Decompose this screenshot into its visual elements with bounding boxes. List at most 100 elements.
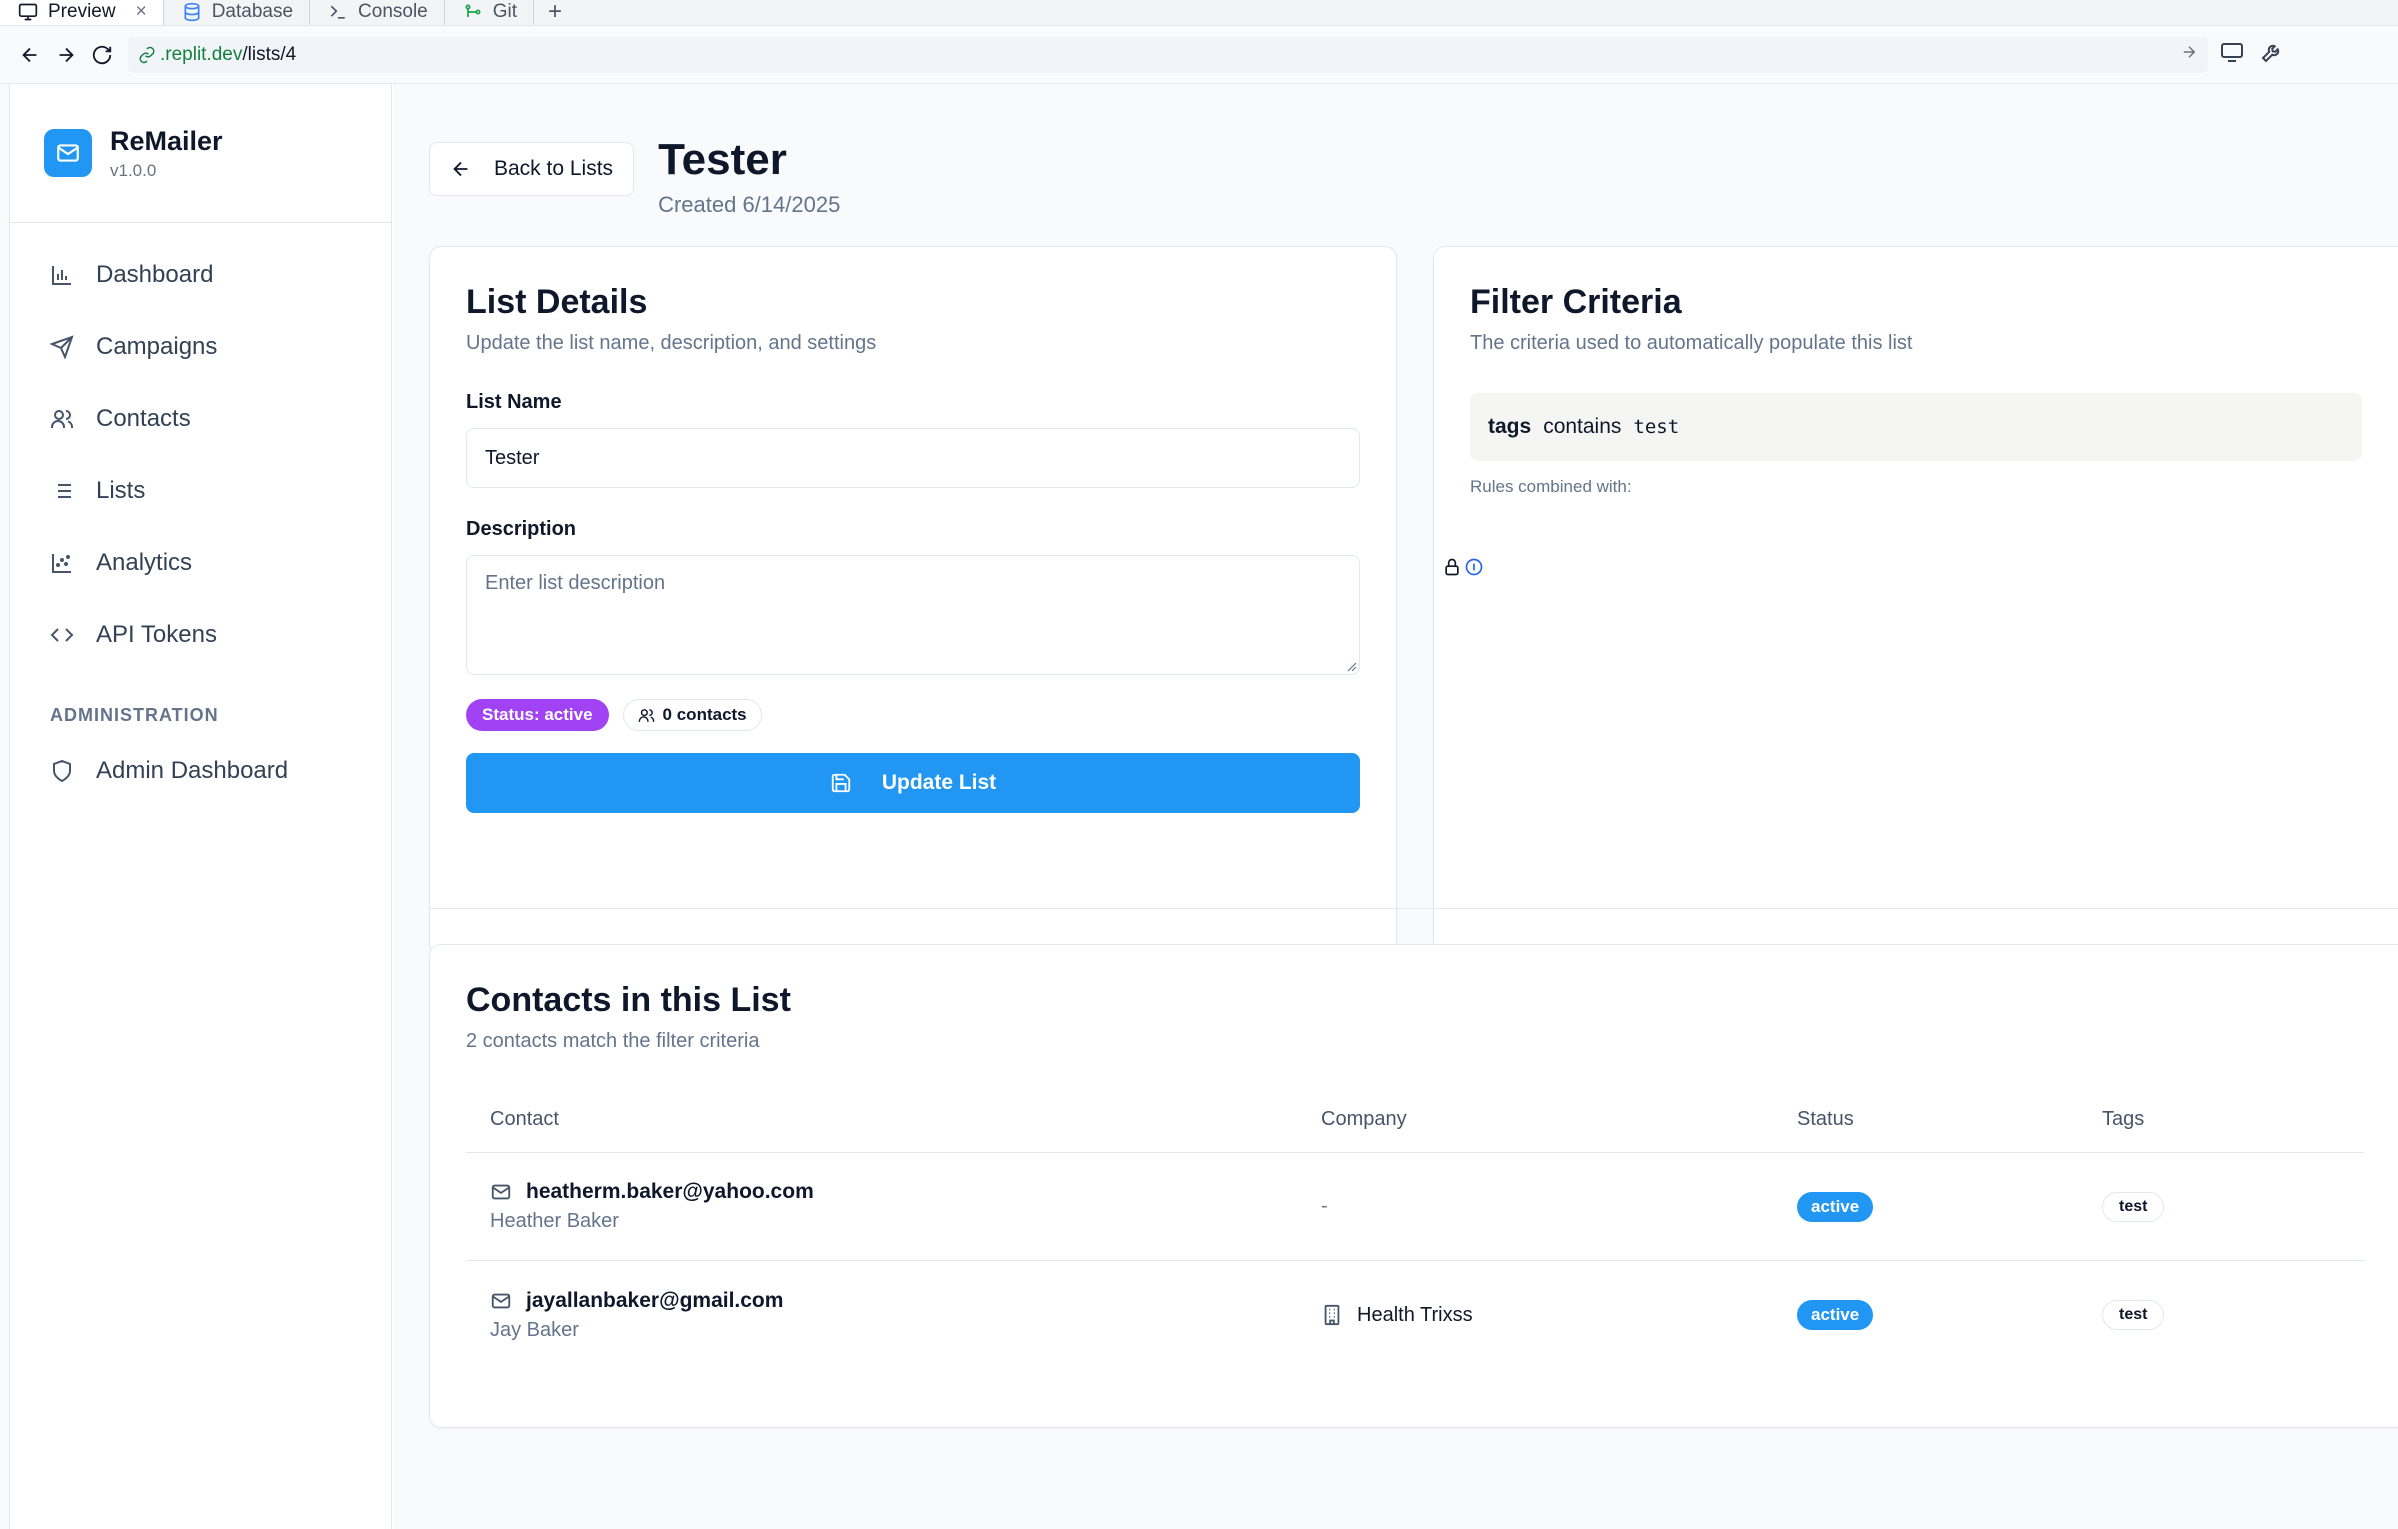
app-version: v1.0.0: [110, 160, 157, 180]
sidebar-item-lists[interactable]: Lists: [10, 455, 391, 527]
brand[interactable]: ReMailer v1.0.0: [10, 84, 391, 223]
contact-name: Heather Baker: [490, 1210, 619, 1232]
forward-nav-button[interactable]: [48, 37, 84, 73]
tab-preview[interactable]: Preview ×: [0, 0, 164, 25]
url-path: /lists/4: [242, 43, 297, 65]
git-icon: [465, 4, 481, 17]
back-nav-button[interactable]: [12, 37, 48, 73]
tab-database[interactable]: Database: [164, 0, 311, 25]
tag-badge: test: [2102, 1191, 2165, 1222]
status-badge: Status: active: [466, 699, 609, 731]
column-header-contact: Contact: [490, 1108, 559, 1130]
column-header-company: Company: [1321, 1108, 1407, 1130]
arrow-left-icon: [22, 47, 37, 62]
resize-grip-icon[interactable]: [1345, 660, 1357, 672]
description-textarea[interactable]: Enter list description: [466, 555, 1360, 675]
browser-tab-bar: Preview × Database Console Git +: [0, 0, 2398, 26]
arrow-left-icon: [453, 161, 468, 177]
send-icon: [50, 335, 74, 359]
sidebar-item-campaigns[interactable]: Campaigns: [10, 311, 391, 383]
wrench-icon[interactable]: [2260, 40, 2284, 69]
new-tab-button[interactable]: +: [534, 0, 576, 25]
description-placeholder: Enter list description: [485, 572, 666, 594]
status-badge: active: [1797, 1191, 1874, 1222]
rule-value: test: [1633, 416, 1680, 438]
sidebar-item-analytics[interactable]: Analytics: [10, 527, 391, 599]
sidebar-item-label: API Tokens: [96, 621, 217, 648]
table-row[interactable]: jayallanbaker@gmail.com Jay Baker Health…: [466, 1261, 2364, 1369]
sidebar-item-label: Campaigns: [96, 333, 218, 360]
rule-operator: contains: [1543, 415, 1622, 438]
card-description: The criteria used to automatically popul…: [1470, 332, 1913, 354]
status-badge: active: [1797, 1300, 1874, 1330]
sidebar-item-admin-dashboard[interactable]: Admin Dashboard: [10, 735, 391, 807]
back-button-label: Back to Lists: [494, 157, 614, 180]
column-header-tags: Tags: [2102, 1108, 2145, 1130]
card-title: Filter Criteria: [1470, 283, 1682, 321]
contact-name: Jay Baker: [490, 1318, 579, 1341]
save-icon: [831, 773, 850, 793]
card-description: Update the list name, description, and s…: [466, 332, 877, 354]
sidebar-item-label: Analytics: [96, 549, 193, 576]
go-arrow-icon[interactable]: [2180, 43, 2198, 67]
card-description: 2 contacts match the filter criteria: [466, 1030, 760, 1052]
filter-rule: tags contains test: [1470, 393, 2362, 461]
rules-combined-label: Rules combined with:: [1470, 477, 1632, 496]
sidebar-item-api-tokens[interactable]: API Tokens: [10, 599, 391, 671]
contacts-table: Contact Company Status Tags heatherm.bak…: [466, 1087, 2364, 1369]
extension-icons[interactable]: [1442, 557, 1484, 577]
sidebar-item-dashboard[interactable]: Dashboard: [10, 239, 391, 311]
arrow-right-icon: [59, 47, 74, 62]
sidebar-item-contacts[interactable]: Contacts: [10, 383, 391, 455]
sidebar-item-label: Admin Dashboard: [96, 757, 289, 784]
info-icon: [1465, 558, 1483, 576]
mail-logo-icon: [44, 129, 92, 177]
database-icon: [184, 2, 200, 22]
sidebar-item-label: Dashboard: [96, 261, 214, 288]
url-field[interactable]: .replit.dev /lists/4: [128, 36, 2208, 73]
update-list-button[interactable]: Update List: [466, 753, 1360, 813]
tab-git[interactable]: Git: [445, 0, 535, 25]
lock-icon: [1445, 558, 1459, 576]
app-name: ReMailer: [110, 125, 223, 156]
users-icon: [638, 708, 654, 722]
tab-console[interactable]: Console: [310, 0, 445, 25]
contacts-card: Contacts in this List 2 contacts match t…: [429, 944, 2398, 1428]
sidebar-section-administration: ADMINISTRATION: [50, 704, 219, 725]
terminal-icon: [330, 5, 345, 19]
monitor-icon: [18, 3, 38, 21]
tab-label: Console: [358, 1, 428, 22]
sidebar: ReMailer v1.0.0 Dashboard Campaigns Cont…: [10, 84, 392, 1529]
filter-criteria-card: Filter Criteria The criteria used to aut…: [1433, 246, 2398, 956]
contact-email: heatherm.baker@yahoo.com: [526, 1180, 814, 1203]
link-icon: [138, 46, 156, 64]
contacts-count-label: 0 contacts: [662, 705, 747, 724]
sidebar-item-label: Lists: [96, 477, 146, 504]
address-bar: .replit.dev /lists/4: [0, 26, 2398, 84]
tag-badge: test: [2102, 1300, 2165, 1330]
mail-icon: [491, 1293, 511, 1308]
bar-chart-icon: [52, 266, 71, 285]
reload-button[interactable]: [84, 37, 120, 73]
contacts-count-badge: 0 contacts: [622, 699, 762, 731]
section-divider: [429, 908, 2398, 909]
tab-label: Preview: [48, 1, 116, 22]
description-label: Description: [466, 518, 577, 540]
card-title: List Details: [466, 283, 648, 321]
tab-label: Database: [211, 1, 294, 22]
contact-email: jayallanbaker@gmail.com: [526, 1288, 784, 1312]
scatter-chart-icon: [52, 554, 71, 573]
column-header-status: Status: [1797, 1108, 1854, 1130]
list-name-input[interactable]: Tester: [466, 428, 1360, 488]
url-host: .replit.dev: [160, 43, 243, 65]
reload-icon: [92, 45, 112, 64]
card-title: Contacts in this List: [466, 981, 791, 1019]
back-to-lists-button[interactable]: Back to Lists: [429, 142, 635, 196]
close-tab-icon[interactable]: ×: [136, 1, 147, 23]
list-details-card: List Details Update the list name, descr…: [429, 246, 1397, 956]
devices-icon[interactable]: [2220, 40, 2244, 69]
main-content: Back to Lists Tester Created 6/14/2025 L…: [393, 84, 2398, 1529]
list-name-label: List Name: [466, 391, 562, 413]
table-row[interactable]: heatherm.baker@yahoo.com Heather Baker -…: [466, 1153, 2364, 1261]
page-subtitle: Created 6/14/2025: [658, 192, 841, 218]
